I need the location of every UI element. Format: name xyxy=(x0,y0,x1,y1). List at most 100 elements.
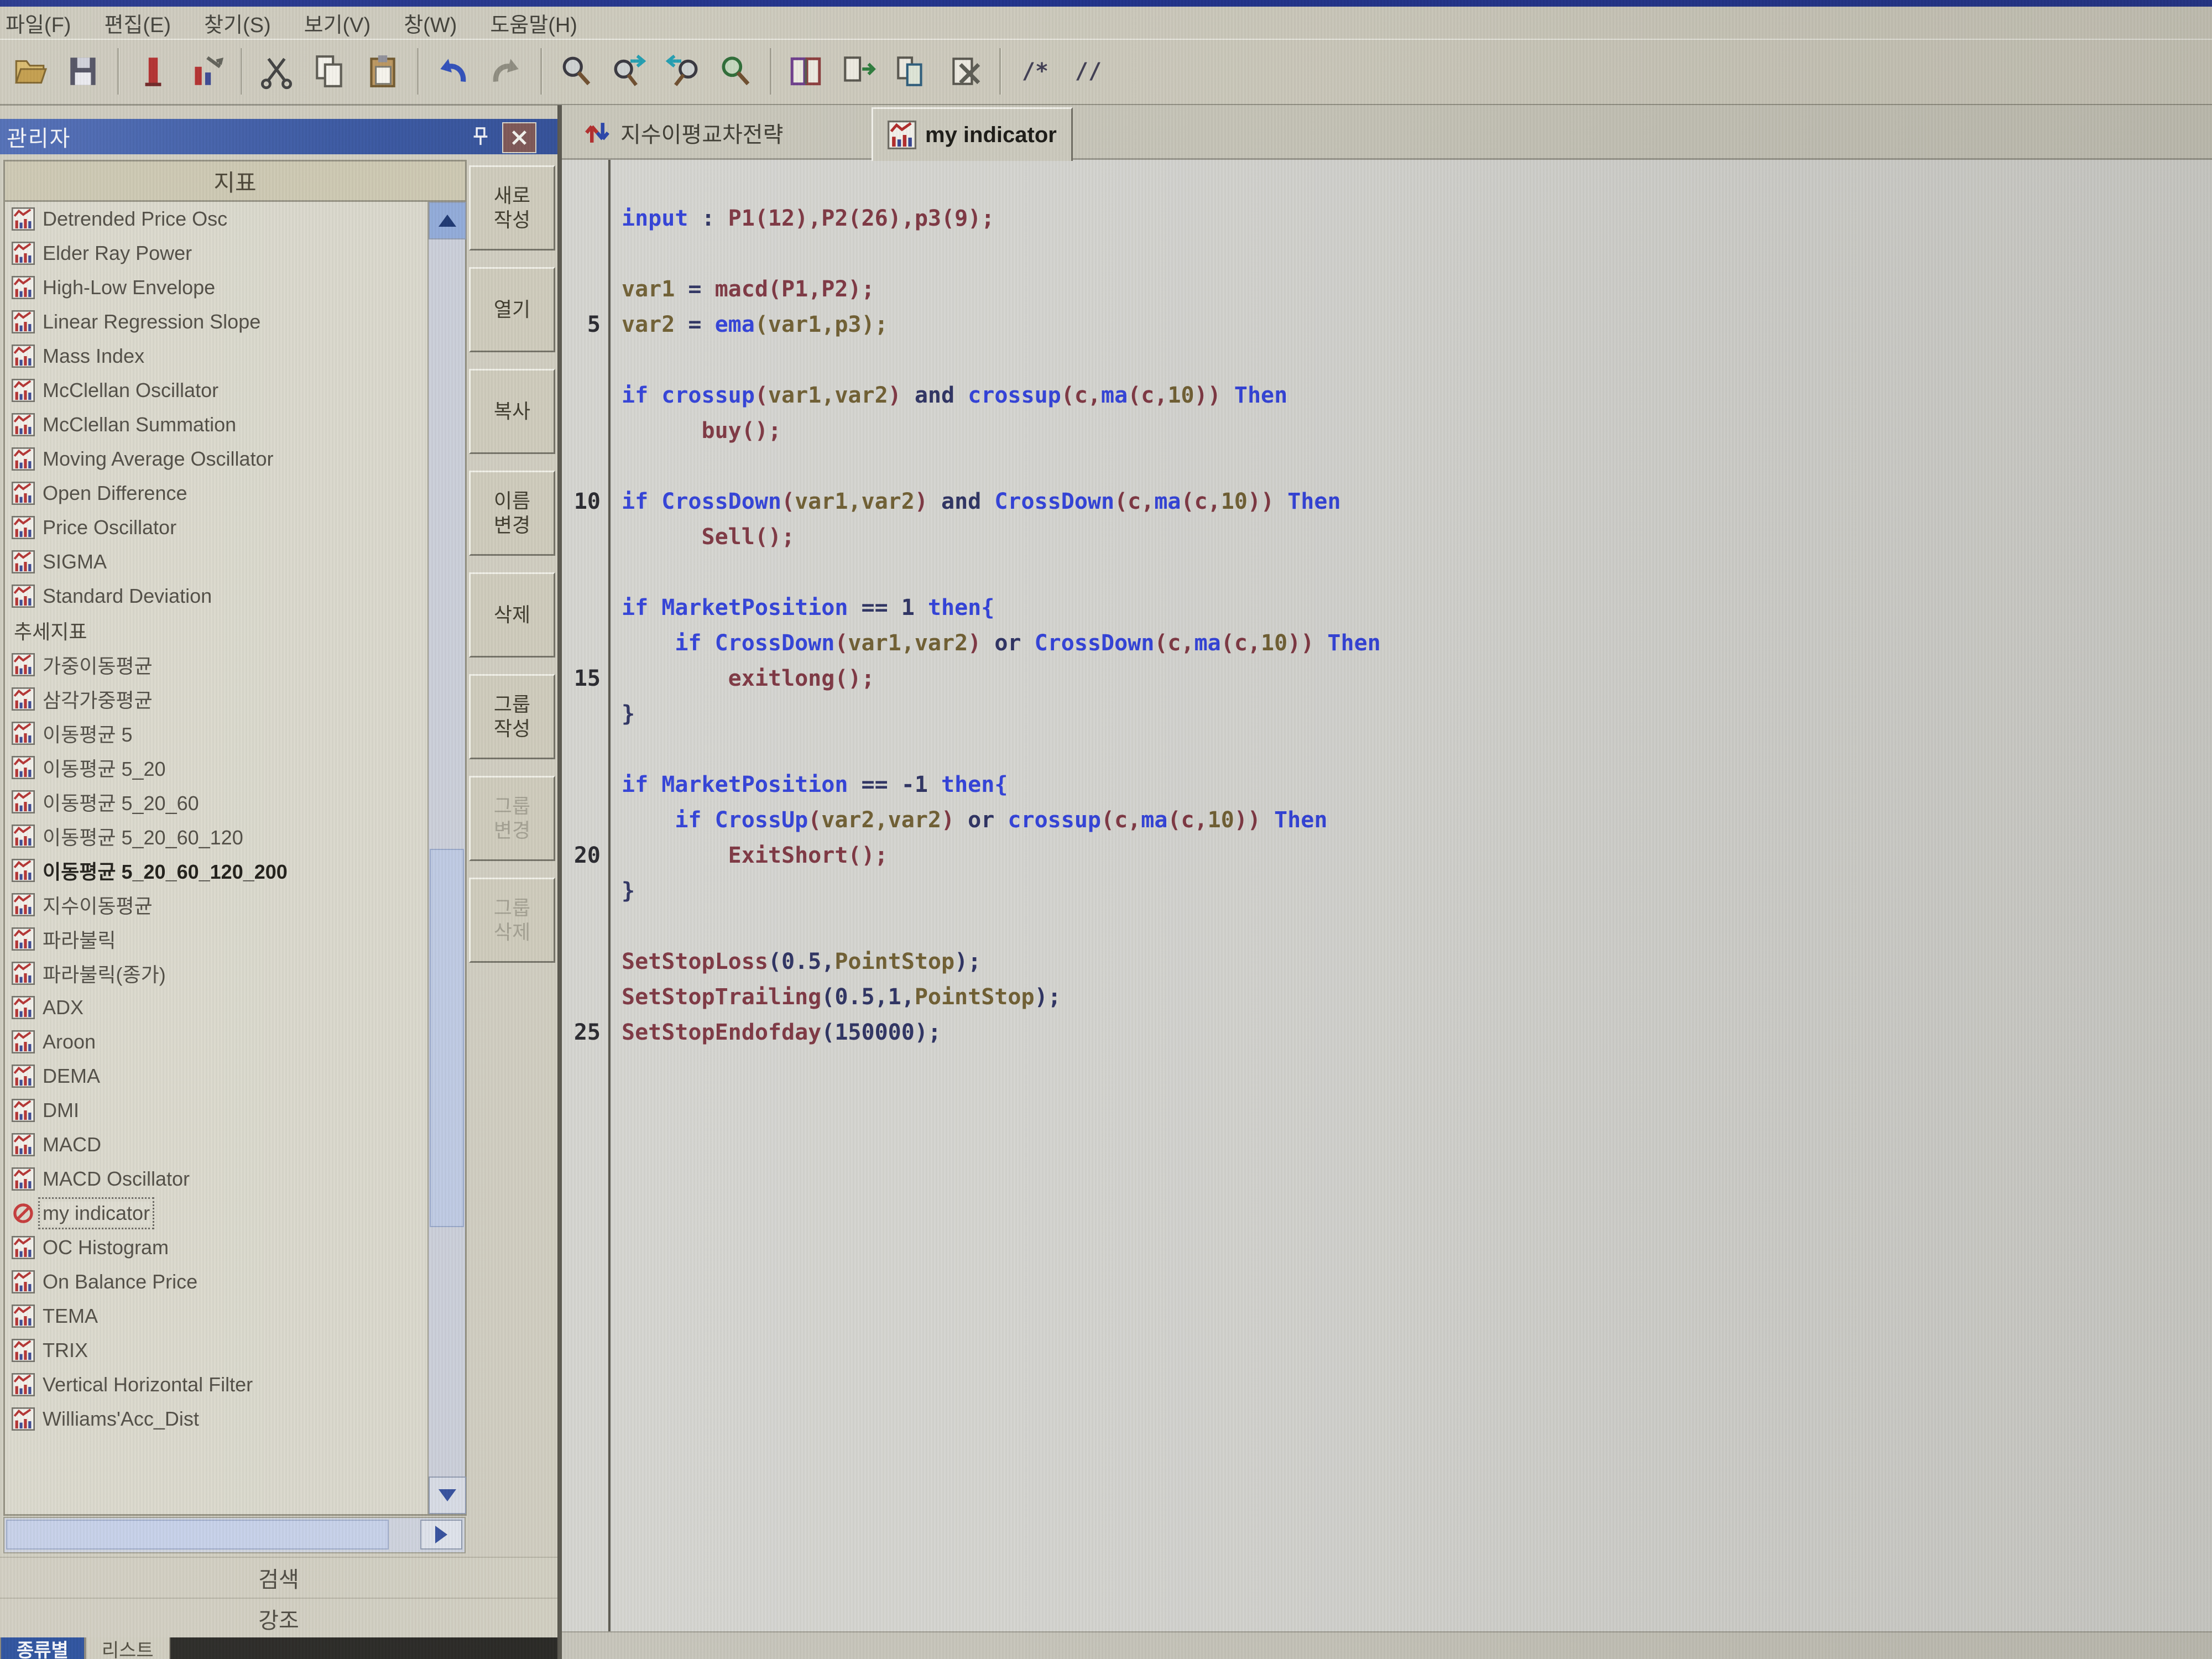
menu-item-5[interactable]: 도움말(H) xyxy=(490,8,577,38)
footer-button-0[interactable]: 검색 xyxy=(0,1557,557,1598)
indicator-item[interactable]: 이동평균 5_20_60_120_200 xyxy=(5,853,429,888)
find-icon[interactable] xyxy=(551,46,601,96)
indicator-item[interactable]: my indicator xyxy=(5,1196,429,1230)
indicator-item-label: Williams'Acc_Dist xyxy=(43,1407,199,1431)
menu-item-2[interactable]: 찾기(S) xyxy=(204,8,271,38)
indicator-item[interactable]: Elder Ray Power xyxy=(5,236,429,270)
indicator-item[interactable]: Aroon xyxy=(5,1025,429,1059)
undo-icon[interactable] xyxy=(428,46,478,96)
code-text xyxy=(601,909,622,944)
pin-icon[interactable] xyxy=(467,123,494,150)
action-button-그룹작성[interactable]: 그룹작성 xyxy=(469,674,555,759)
open-icon[interactable] xyxy=(5,46,55,96)
new-indicator-icon[interactable] xyxy=(128,46,178,96)
indicator-item[interactable]: 이동평균 5_20_60 xyxy=(5,785,429,819)
action-button-새로작성[interactable]: 새로작성 xyxy=(469,165,555,251)
build-icon[interactable] xyxy=(887,46,937,96)
indicator-item[interactable]: Linear Regression Slope xyxy=(5,305,429,339)
scroll-right-icon[interactable] xyxy=(420,1520,462,1550)
indicator-list-header[interactable]: 지표 xyxy=(5,161,465,202)
indicator-item[interactable]: 파라불릭(종가) xyxy=(5,956,429,990)
indicator-item-label: 이동평균 5_20_60_120_200 xyxy=(43,856,288,885)
indicator-item[interactable]: 이동평균 5_20_60_120 xyxy=(5,819,429,853)
indicator-item[interactable]: DEMA xyxy=(5,1059,429,1093)
indicator-item[interactable]: Vertical Horizontal Filter xyxy=(5,1368,429,1402)
indicator-item[interactable]: ADX xyxy=(5,990,429,1025)
action-button-복사[interactable]: 복사 xyxy=(469,369,555,454)
indicator-item[interactable]: On Balance Price xyxy=(5,1265,429,1299)
indicator-item[interactable]: Open Difference xyxy=(5,476,429,510)
cut-icon[interactable] xyxy=(252,46,301,96)
indicator-section-header[interactable]: 추세지표 xyxy=(5,613,429,648)
horizontal-scrollbar[interactable] xyxy=(3,1517,466,1553)
indicator-item[interactable]: Detrended Price Osc xyxy=(5,202,429,236)
line-comment-icon[interactable]: // xyxy=(1063,46,1113,96)
line-number xyxy=(562,767,601,802)
indicator-chart-icon xyxy=(12,927,35,951)
indicator-item[interactable]: Mass Index xyxy=(5,339,429,373)
copy-icon[interactable] xyxy=(305,46,354,96)
find-selection-icon[interactable] xyxy=(711,46,760,96)
close-icon[interactable] xyxy=(502,122,536,153)
indicator-item[interactable]: 이동평균 5_20 xyxy=(5,750,429,785)
editor-tab-strategy[interactable]: 지수이평교차전략 xyxy=(568,109,797,156)
indicator-item[interactable]: SIGMA xyxy=(5,545,429,579)
verify-icon[interactable] xyxy=(781,46,831,96)
indicator-chart-icon xyxy=(12,893,35,916)
menu-item-3[interactable]: 보기(V) xyxy=(304,8,371,38)
editor-horizontal-scrollbar[interactable] xyxy=(562,1631,2212,1659)
save-icon[interactable] xyxy=(58,46,108,96)
action-button-label: 그룹 xyxy=(494,896,530,920)
block-comment-icon[interactable]: /* xyxy=(1010,46,1060,96)
action-button-이름변경[interactable]: 이름변경 xyxy=(469,471,555,556)
find-next-icon[interactable] xyxy=(604,46,654,96)
scroll-down-icon[interactable] xyxy=(429,1477,466,1514)
indicator-item[interactable]: Standard Deviation xyxy=(5,579,429,613)
redo-icon[interactable] xyxy=(481,46,531,96)
footer-button-1[interactable]: 강조 xyxy=(0,1598,557,1639)
line-number xyxy=(562,236,601,272)
indicator-item[interactable]: High-Low Envelope xyxy=(5,270,429,305)
indicator-item[interactable]: 지수이동평균 xyxy=(5,888,429,922)
toolbar-separator xyxy=(417,48,419,95)
code-line: 10if CrossDown(var1,var2) and CrossDown(… xyxy=(562,484,2212,519)
panel-editor-divider[interactable] xyxy=(557,105,562,1659)
tab-list[interactable]: 리스트 xyxy=(85,1637,170,1659)
line-number: 10 xyxy=(562,484,601,519)
indicator-item[interactable]: MACD xyxy=(5,1128,429,1162)
trading-system-editor-window: 파일(F)편집(E)찾기(S)보기(V)창(W)도움말(H) /*// 관리자 … xyxy=(0,0,2212,1659)
indicator-item[interactable]: McClellan Summation xyxy=(5,408,429,442)
code-line: var1 = macd(P1,P2); xyxy=(562,272,2212,307)
paste-icon[interactable] xyxy=(358,46,408,96)
menu-item-0[interactable]: 파일(F) xyxy=(6,8,71,38)
action-button-삭제[interactable]: 삭제 xyxy=(469,572,555,658)
indicator-item[interactable]: Moving Average Oscillator xyxy=(5,442,429,476)
indicator-item[interactable]: TRIX xyxy=(5,1333,429,1368)
indicator-item[interactable]: Williams'Acc_Dist xyxy=(5,1402,429,1436)
scroll-up-icon[interactable] xyxy=(429,202,466,239)
vertical-scrollbar[interactable] xyxy=(427,202,465,1514)
indicator-build-icon[interactable] xyxy=(181,46,231,96)
indicator-item[interactable]: MACD Oscillator xyxy=(5,1162,429,1196)
scrollbar-thumb[interactable] xyxy=(430,849,464,1227)
action-button-열기[interactable]: 열기 xyxy=(469,267,555,352)
menu-item-1[interactable]: 편집(E) xyxy=(104,8,171,38)
code-area[interactable]: input : P1(12),P2(26),p3(9);var1 = macd(… xyxy=(562,160,2212,1631)
compile-icon[interactable] xyxy=(834,46,884,96)
menu-item-4[interactable]: 창(W) xyxy=(404,8,457,38)
indicator-item[interactable]: 파라불릭 xyxy=(5,922,429,956)
find-prev-icon[interactable] xyxy=(658,46,707,96)
indicator-item[interactable]: McClellan Oscillator xyxy=(5,373,429,408)
indicator-item[interactable]: 삼각가중평균 xyxy=(5,682,429,716)
build-stop-icon[interactable] xyxy=(940,46,990,96)
editor-tab-my-indicator[interactable]: my indicator xyxy=(872,107,1073,161)
indicator-item[interactable]: OC Histogram xyxy=(5,1230,429,1265)
indicator-item-label: Vertical Horizontal Filter xyxy=(43,1373,253,1396)
indicator-item[interactable]: Price Oscillator xyxy=(5,510,429,545)
indicator-item[interactable]: TEMA xyxy=(5,1299,429,1333)
horizontal-scrollbar-thumb[interactable] xyxy=(6,1520,389,1550)
indicator-item[interactable]: 이동평균 5 xyxy=(5,716,429,750)
tab-by-category[interactable]: 종류별 xyxy=(0,1637,85,1659)
indicator-item[interactable]: 가중이동평균 xyxy=(5,648,429,682)
indicator-item[interactable]: DMI xyxy=(5,1093,429,1128)
